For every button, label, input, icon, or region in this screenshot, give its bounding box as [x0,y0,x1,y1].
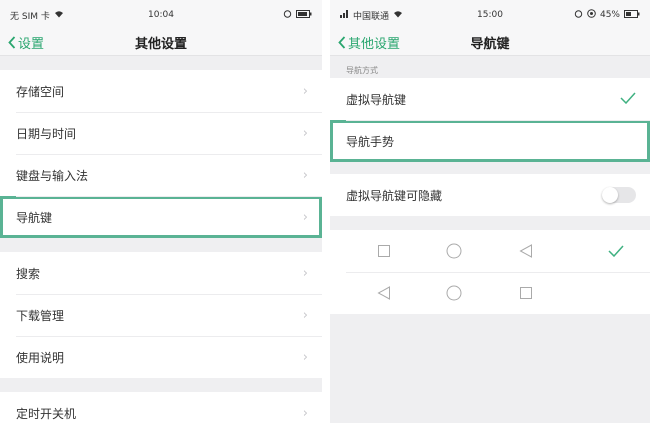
nav-layout-option-2[interactable] [330,272,650,314]
circle-icon [439,272,469,314]
back-button[interactable]: 其他设置 [330,33,400,52]
toggle-knob [602,187,618,203]
settings-group-2: 搜索 › 下载管理 › 使用说明 › [0,252,322,378]
settings-item-storage[interactable]: 存储空间 › [0,70,322,112]
chevron-right-icon: › [302,209,308,225]
circle-icon [439,230,469,272]
settings-group-1: 存储空间 › 日期与时间 › 键盘与输入法 › 导航键 › [0,70,322,238]
settings-item-manual[interactable]: 使用说明 › [0,336,322,378]
chevron-right-icon: › [302,349,308,365]
item-label: 导航键 [16,210,53,225]
status-right [283,9,312,21]
section-label: 导航方式 [346,66,378,75]
option-label: 导航手势 [346,134,395,149]
settings-group-3: 定时开关机 › [0,392,322,423]
option-label: 虚拟导航键 [346,92,407,107]
screen-divider [322,0,330,423]
status-bar: 无 SIM 卡 10:04 [0,0,322,30]
alarm-icon [574,9,583,21]
chevron-right-icon: › [302,83,308,99]
chevron-left-icon [338,36,346,49]
carrier-label: 中国联通 [353,11,390,22]
status-left: 无 SIM 卡 [10,9,64,22]
status-bar: 中国联通 15:00 45% [330,0,650,30]
signal-icon [340,9,349,21]
page-title: 其他设置 [134,37,187,52]
settings-item-keyboard[interactable]: 键盘与输入法 › [0,154,322,196]
square-icon [369,230,399,272]
back-triangle-icon [511,230,541,272]
back-triangle-icon [369,272,399,314]
settings-item-scheduled-power[interactable]: 定时开关机 › [0,392,322,423]
option-virtual-nav-keys[interactable]: 虚拟导航键 [330,78,650,120]
chevron-left-icon [8,36,16,49]
settings-item-downloads[interactable]: 下载管理 › [0,294,322,336]
back-label: 设置 [18,37,45,52]
battery-icon [296,9,312,21]
nav-bar: 其他设置 导航键 [330,30,650,56]
status-left: 中国联通 [340,9,403,22]
square-icon [511,272,541,314]
nav-mode-group: 虚拟导航键 导航手势 [330,78,650,162]
option-hideable-nav-keys: 虚拟导航键可隐藏 [330,174,650,216]
nav-bar: 设置 其他设置 [0,30,322,56]
alarm-icon [283,9,292,21]
checkmark-icon [601,230,631,272]
settings-item-nav-keys[interactable]: 导航键 › [0,196,322,238]
nav-layout-group [330,230,650,314]
back-button[interactable]: 设置 [0,33,44,52]
carrier-label: 无 SIM 卡 [10,11,50,22]
settings-item-search[interactable]: 搜索 › [0,252,322,294]
left-screen: 无 SIM 卡 10:04 设置 其他设置 存储空间 › 日期与时间 › 键盘与… [0,0,322,423]
item-label: 下载管理 [16,308,65,323]
option-nav-gestures[interactable]: 导航手势 [330,120,650,162]
wifi-icon [54,10,64,21]
item-label: 键盘与输入法 [16,168,89,183]
chevron-right-icon: › [302,405,308,421]
nav-layout-option-1[interactable] [330,230,650,272]
checkmark-icon [620,91,636,107]
hide-toggle[interactable] [602,187,636,203]
item-label: 搜索 [16,266,41,281]
option-label: 虚拟导航键可隐藏 [346,188,443,203]
battery-percent: 45% [599,10,620,20]
battery-icon [624,9,640,21]
item-label: 存储空间 [16,84,65,99]
chevron-right-icon: › [302,125,308,141]
location-icon [587,9,596,21]
right-screen: 中国联通 15:00 45% 其他设置 导航键 导航方式 虚拟导航键 导航手势 … [330,0,650,423]
hide-group: 虚拟导航键可隐藏 [330,174,650,216]
item-label: 定时开关机 [16,406,77,421]
wifi-icon [393,10,403,21]
chevron-right-icon: › [302,265,308,281]
item-label: 使用说明 [16,350,65,365]
chevron-right-icon: › [302,167,308,183]
item-label: 日期与时间 [16,126,77,141]
chevron-right-icon: › [302,307,308,323]
status-right: 45% [574,9,640,21]
back-label: 其他设置 [348,37,401,52]
settings-item-date-time[interactable]: 日期与时间 › [0,112,322,154]
